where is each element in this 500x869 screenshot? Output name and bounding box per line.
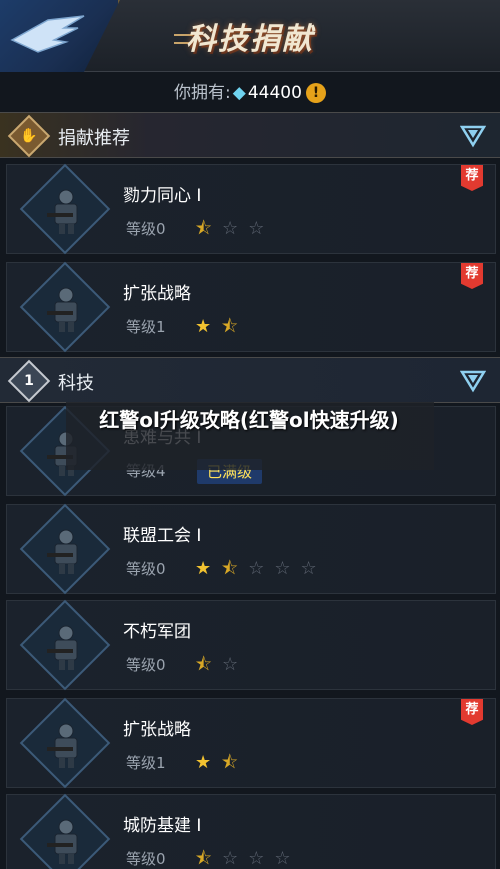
star-full-icon: ★ <box>195 558 222 579</box>
section-label: 捐献推荐 <box>58 128 130 149</box>
star-half-icon: ⯪ <box>221 558 249 579</box>
section-header-tech[interactable]: 1 科技 <box>0 357 500 403</box>
tech-item-level: 等级0 <box>126 560 166 578</box>
warning-icon[interactable]: ! <box>305 83 326 103</box>
star-rating: ★⯪☆☆☆ <box>195 556 327 586</box>
tech-item-row[interactable]: 联盟工会 I 等级0 ★⯪☆☆☆ <box>6 503 496 595</box>
star-empty-icon: ☆ <box>248 558 275 579</box>
tech-item-level: 等级0 <box>126 656 166 674</box>
tech-item-row[interactable]: 扩张战略等级1 ★⯪ 荐 <box>6 697 496 789</box>
unit-portrait-icon <box>19 697 111 789</box>
star-empty-icon: ☆ <box>248 218 275 239</box>
star-full-icon: ★ <box>195 316 222 337</box>
unit-portrait-icon <box>19 793 111 869</box>
star-empty-icon: ☆ <box>274 558 301 579</box>
star-empty-icon: ☆ <box>274 848 301 869</box>
recommend-badge: 荐 <box>461 165 483 191</box>
star-half-icon: ⯪ <box>195 218 223 239</box>
tech-item-row[interactable]: 城防基建 I 等级0 ⯪☆☆☆ <box>6 793 496 869</box>
unit-portrait-icon <box>19 163 111 255</box>
tech-item-level: 等级1 <box>126 754 166 772</box>
unit-portrait-icon <box>19 503 111 595</box>
star-rating: ⯪☆ <box>195 652 248 682</box>
page-title: 科技捐献 <box>186 22 314 57</box>
star-full-icon: ★ <box>195 752 222 773</box>
star-half-icon: ⯪ <box>195 848 223 869</box>
balance-amount: 44400 <box>247 83 302 103</box>
tech-item-level: 等级1 <box>126 318 166 336</box>
star-half-icon: ⯪ <box>221 316 249 337</box>
star-empty-icon: ☆ <box>300 558 327 579</box>
gem-icon: ◆ <box>232 83 246 103</box>
tech-item-level: 等级0 <box>126 220 166 238</box>
star-empty-icon: ☆ <box>248 848 275 869</box>
star-half-icon: ⯪ <box>195 654 223 675</box>
donate-icon: ✋ <box>7 114 51 158</box>
section-header-recommended[interactable]: ✋ 捐献推荐 <box>0 112 500 158</box>
tech-rank-icon: 1 <box>7 359 51 403</box>
star-rating: ★⯪ <box>195 750 248 780</box>
star-rating: ★⯪ <box>195 314 248 344</box>
star-rating: ⯪☆☆☆ <box>195 846 300 869</box>
tech-item-row[interactable]: 扩张战略等级1 ★⯪ 荐 <box>6 261 496 353</box>
balance-label: 你拥有: <box>174 83 231 103</box>
top-bar: 科技捐献 <box>0 0 500 72</box>
unit-portrait-icon <box>19 599 111 691</box>
unit-portrait-icon <box>19 261 111 353</box>
currency-balance: 你拥有: ◆ 44400! <box>0 78 500 108</box>
chevron-down-icon[interactable] <box>460 369 486 393</box>
tech-item-row[interactable]: 勠力同心 I 等级0 ⯪☆☆ 荐 <box>6 163 496 255</box>
tech-item-name: 扩张战略 <box>123 720 191 740</box>
tech-item-name: 勠力同心 I <box>123 186 202 206</box>
tech-item-name: 扩张战略 <box>123 284 191 304</box>
star-half-icon: ⯪ <box>221 752 249 773</box>
star-empty-icon: ☆ <box>222 218 249 239</box>
star-rating: ⯪☆☆ <box>195 216 274 246</box>
tech-item-name: 城防基建 I <box>123 816 202 836</box>
caption-text: 红警ol升级攻略(红警ol快速升级) <box>99 408 399 432</box>
star-empty-icon: ☆ <box>222 654 249 675</box>
tech-item-name: 不朽军团 <box>123 622 191 642</box>
section-label: 科技 <box>58 373 94 394</box>
tech-item-row[interactable]: 不朽军团等级0 ⯪☆ <box>6 599 496 691</box>
tech-item-level: 等级0 <box>126 850 166 868</box>
star-empty-icon: ☆ <box>222 848 249 869</box>
recommend-badge: 荐 <box>461 263 483 289</box>
chevron-down-icon[interactable] <box>460 124 486 148</box>
tech-item-name: 联盟工会 I <box>123 526 202 546</box>
recommend-badge: 荐 <box>461 699 483 725</box>
